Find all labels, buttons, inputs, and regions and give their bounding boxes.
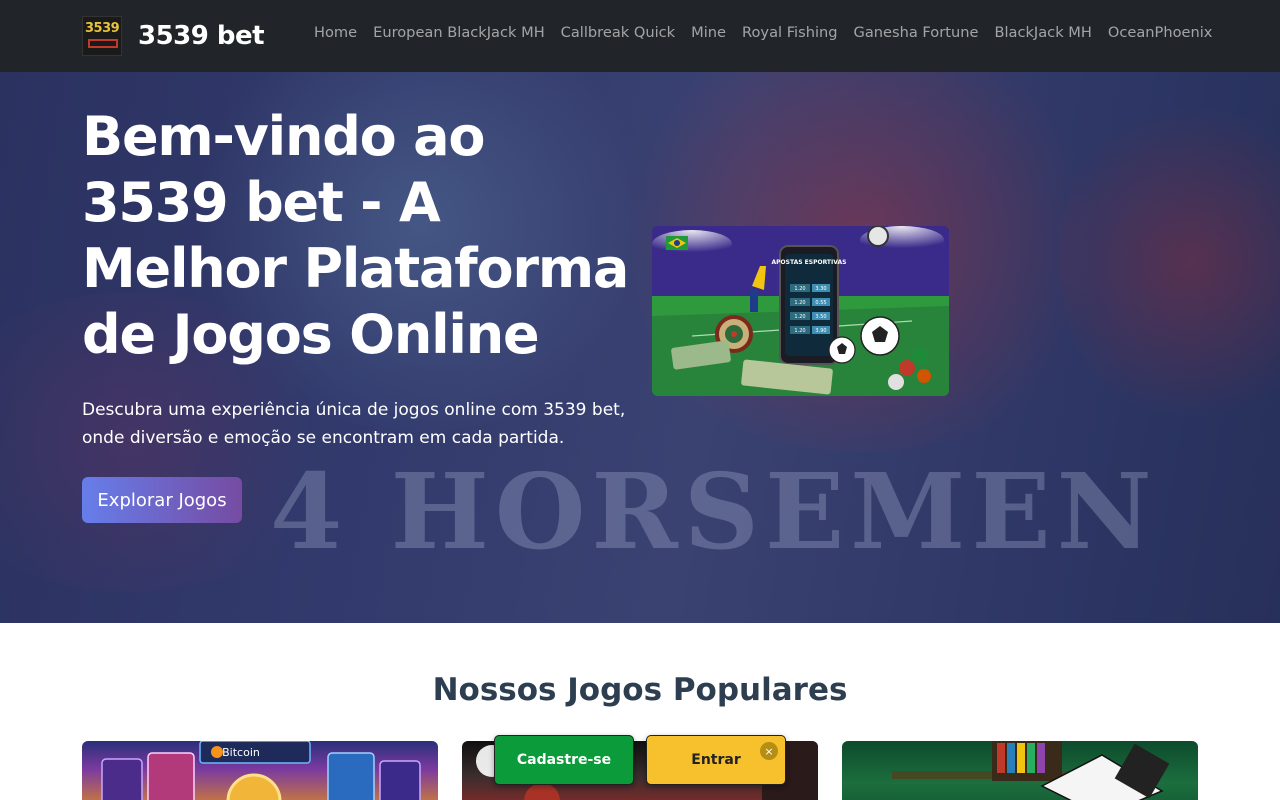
svg-text:1.20: 1.20 [794, 300, 805, 306]
game-card-1[interactable]: Bitcoin [82, 741, 438, 800]
svg-text:1.20: 1.20 [794, 314, 805, 320]
top-navbar: 3539 3539 bet Home European BlackJack MH… [0, 0, 1280, 72]
nav-link-callbreak-quick[interactable]: Callbreak Quick [553, 24, 683, 41]
image-headline: APOSTAS ESPORTIVAS [772, 259, 847, 266]
brand-logo: 3539 [82, 16, 122, 56]
svg-text:1.20: 1.20 [794, 286, 805, 292]
close-icon[interactable]: × [760, 742, 778, 760]
nav-link-royal-fishing[interactable]: Royal Fishing [734, 24, 846, 41]
nav-link-home[interactable]: Home [306, 24, 365, 41]
logo-number: 3539 [85, 21, 120, 36]
svg-text:1.20: 1.20 [794, 328, 805, 334]
svg-text:3.90: 3.90 [815, 328, 826, 334]
nav-link-european-blackjack[interactable]: European BlackJack MH [365, 24, 553, 41]
game-card-3[interactable] [842, 741, 1198, 800]
hero-watermark-text: 4 HORSEMEN [270, 450, 1158, 573]
hero-title: Bem-vindo ao 3539 bet - A Melhor Platafo… [82, 105, 629, 366]
game-card-1-image: Bitcoin [101, 741, 421, 800]
svg-text:0.55: 0.55 [815, 300, 826, 306]
svg-text:3.50: 3.50 [815, 314, 826, 320]
nav-links: Home European BlackJack MH Callbreak Qui… [306, 24, 1220, 41]
hero-description: Descubra uma experiência única de jogos … [82, 400, 626, 448]
nav-link-mine[interactable]: Mine [683, 24, 734, 41]
hero-sports-betting-image: APOSTAS ESPORTIVAS 1.20 3.30 1.20 0.55 1… [652, 226, 949, 396]
brand[interactable]: 3539 3539 bet [82, 16, 265, 56]
brand-name[interactable]: 3539 bet [138, 21, 265, 51]
sports-betting-illustration: APOSTAS ESPORTIVAS 1.20 3.30 1.20 0.55 1… [652, 226, 949, 396]
nav-link-ganesha-fortune[interactable]: Ganesha Fortune [846, 24, 987, 41]
logo-bar-shape [88, 39, 118, 48]
bitcoin-label: Bitcoin [222, 746, 260, 759]
signup-button[interactable]: Cadastre-se [494, 735, 634, 785]
explore-games-button[interactable]: Explorar Jogos [82, 477, 242, 523]
nav-link-oceanphoenix[interactable]: OceanPhoenix [1100, 24, 1221, 41]
nav-link-blackjack-mh[interactable]: BlackJack MH [986, 24, 1099, 41]
popular-games-title: Nossos Jogos Populares [432, 672, 848, 708]
game-card-3-image [892, 741, 1170, 800]
svg-text:3.30: 3.30 [815, 286, 826, 292]
